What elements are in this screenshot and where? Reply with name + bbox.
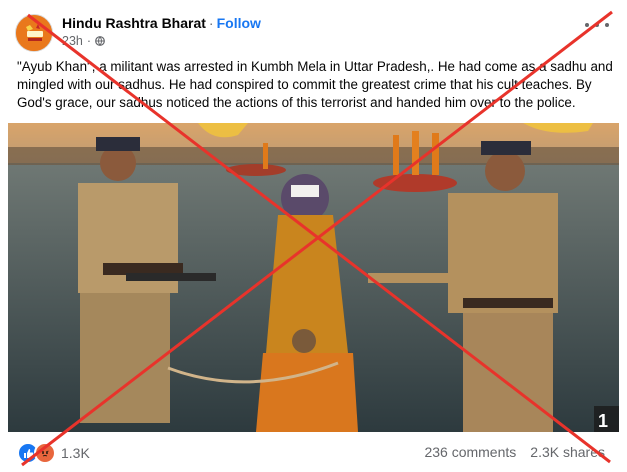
facebook-post: Hindu Rashtra Bharat · Follow 23h · "Ayub … xyxy=(0,0,627,472)
reaction-count[interactable]: 1.3K xyxy=(61,445,90,461)
post-caption: "Ayub Khan", a militant was arrested in … xyxy=(17,59,613,110)
comments-count[interactable]: 236 comments xyxy=(424,444,516,460)
page-name-link[interactable]: Hindu Rashtra Bharat xyxy=(62,15,206,31)
shares-count[interactable]: 2.3K shares xyxy=(530,444,605,460)
separator-dot-meta: · xyxy=(86,34,92,48)
angry-icon xyxy=(34,442,56,464)
post-time[interactable]: 23h xyxy=(62,34,83,48)
post-footer: 1.3K 236 comments 2.3K shares xyxy=(0,434,627,472)
page-avatar[interactable] xyxy=(15,14,53,52)
image-corner-number: 1 xyxy=(598,411,608,431)
post-meta: 23h · xyxy=(62,34,105,48)
post-image[interactable]: 1 xyxy=(8,123,619,432)
separator-dot: · xyxy=(208,15,214,31)
post-header-line: Hindu Rashtra Bharat · Follow xyxy=(62,15,261,31)
reactions-summary[interactable]: 1.3K xyxy=(17,442,90,464)
follow-button[interactable]: Follow xyxy=(217,15,261,31)
globe-icon xyxy=(95,36,105,46)
more-options-icon[interactable] xyxy=(585,18,609,32)
engagement-stats: 236 comments 2.3K shares xyxy=(424,444,605,460)
